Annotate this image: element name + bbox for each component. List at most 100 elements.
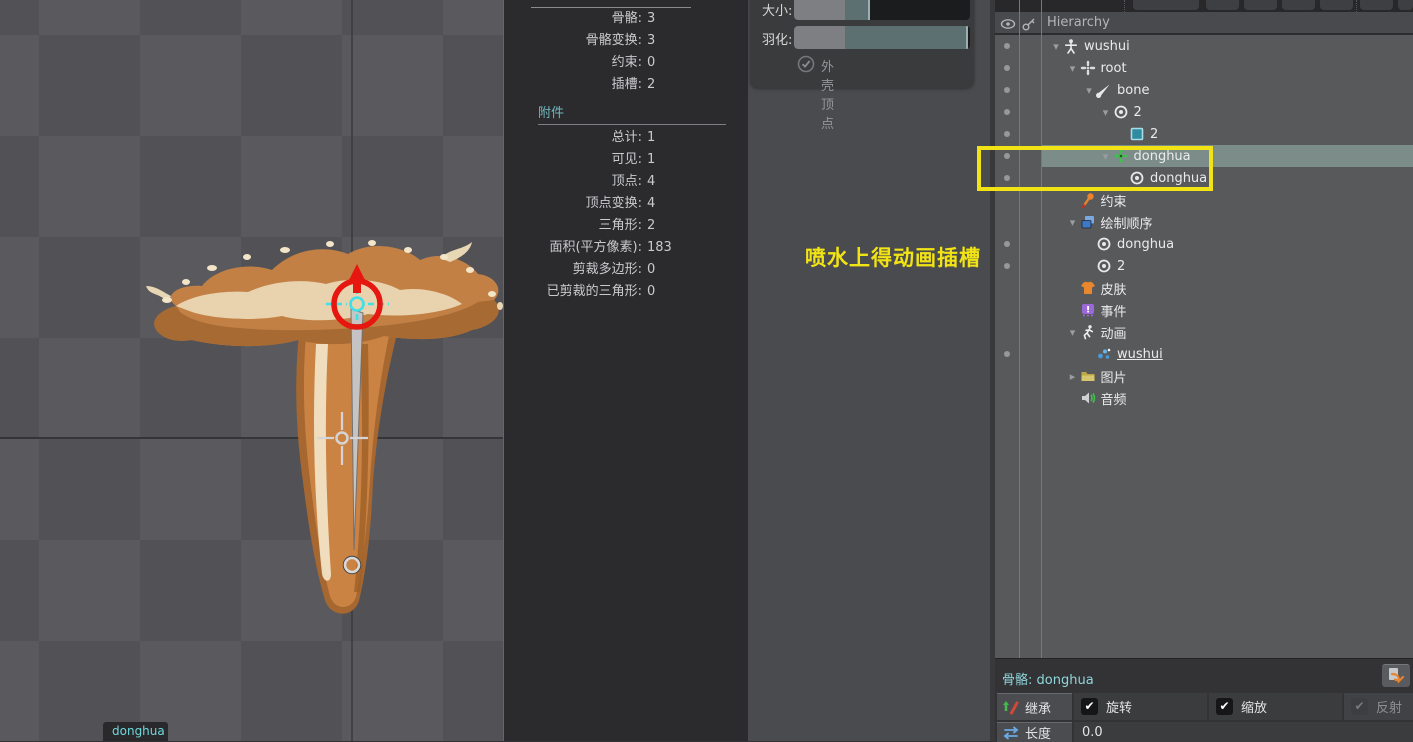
length-label: 长度: [1025, 723, 1051, 742]
skeleton-icon: [1063, 38, 1079, 54]
hierarchy-tree: ▾ wushui ▾ root ▾ bone ▾ 2 2 ▾ dongh: [995, 35, 1413, 658]
stat-row: 面积(平方像素):183: [504, 237, 749, 259]
visibility-dot[interactable]: [1004, 131, 1010, 137]
tree-item-image-2[interactable]: 2: [995, 123, 1413, 145]
toolbar-button[interactable]: [1398, 0, 1413, 10]
collapse-arrow[interactable]: ▸: [1066, 370, 1080, 383]
images-folder-icon: [1080, 368, 1096, 384]
toolbar-button[interactable]: [1282, 0, 1315, 10]
bone-panel-title: 骨骼: donghua: [1002, 669, 1094, 688]
feather-label: 羽化:: [762, 29, 792, 48]
audio-icon: [1080, 390, 1096, 406]
tree-item-root[interactable]: ▾ root: [995, 57, 1413, 79]
tree-item-draworder-donghua[interactable]: donghua: [995, 233, 1413, 255]
reflect-checkbox[interactable]: ✔: [1351, 698, 1368, 715]
expand-arrow[interactable]: ▾: [1066, 216, 1080, 229]
expand-arrow[interactable]: ▾: [1099, 106, 1113, 119]
tree-item-draw-order[interactable]: ▾ 绘制顺序: [995, 211, 1413, 233]
size-label: 大小:: [762, 0, 792, 19]
visibility-dot[interactable]: [1004, 65, 1010, 71]
visibility-dot[interactable]: [1004, 109, 1010, 115]
bone-circle-icon: [1096, 258, 1112, 274]
expand-arrow[interactable]: ▾: [1082, 84, 1096, 97]
size-slider-fill: [845, 0, 870, 20]
visibility-dot[interactable]: [1004, 241, 1010, 247]
bone-circle-icon: [1096, 236, 1112, 252]
key-icon[interactable]: [1021, 16, 1037, 32]
feather-slider[interactable]: [794, 26, 970, 49]
feather-slider-handle[interactable]: [794, 26, 845, 49]
toolbar-button[interactable]: [1206, 0, 1239, 10]
stat-row: 约束:0: [504, 52, 749, 74]
tree-item-images[interactable]: ▸ 图片: [995, 365, 1413, 387]
water-splash-art: [146, 240, 503, 614]
expand-arrow[interactable]: ▾: [1066, 62, 1080, 75]
tree-item-draworder-2[interactable]: 2: [995, 255, 1413, 277]
scale-label: 缩放: [1241, 697, 1267, 716]
tree-item-animations[interactable]: ▾ 动画: [995, 321, 1413, 343]
hierarchy-panel: Hierarchy ▾ wushui ▾ root ▾ bone ▾ 2: [995, 0, 1413, 741]
length-button[interactable]: 长度: [997, 722, 1072, 742]
inherit-button[interactable]: 继承: [997, 693, 1072, 720]
toolbar-button[interactable]: [1360, 0, 1393, 10]
tree-item-bone[interactable]: ▾ bone: [995, 79, 1413, 101]
stat-row: 插槽:2: [504, 74, 749, 96]
rotate-label: 旋转: [1106, 697, 1132, 716]
inherit-icon: [1002, 699, 1020, 715]
viewport-canvas: [0, 0, 503, 741]
tree-item-skins[interactable]: 皮肤: [995, 277, 1413, 299]
hull-vertices-checkbox[interactable]: [797, 55, 815, 77]
stat-row: 骨骼变换:3: [504, 30, 749, 52]
toolbar-button[interactable]: [1133, 0, 1199, 10]
size-slider-row: 大小:: [750, 0, 974, 20]
tree-item-skeleton-wushui[interactable]: ▾ wushui: [995, 35, 1413, 57]
tree-item-events[interactable]: 事件: [995, 299, 1413, 321]
toolbar-separator: [1356, 0, 1357, 12]
rotate-inherit-cell: ✔ 旋转: [1074, 693, 1207, 720]
expand-arrow[interactable]: ▾: [1049, 40, 1063, 53]
bone-circle-icon: [1113, 104, 1129, 120]
stat-row: 三角形:2: [504, 215, 749, 237]
length-icon: [1002, 725, 1020, 741]
tool-options-area: 大小: 羽化: 外壳顶点: [748, 0, 995, 741]
draw-order-icon: [1080, 214, 1096, 230]
editor-viewport[interactable]: donghua: [0, 0, 503, 741]
top-toolbar-strip: [995, 0, 1413, 12]
reflect-inherit-cell: ✔ 反射: [1344, 693, 1413, 720]
copy-pose-button[interactable]: [1382, 664, 1410, 687]
visibility-dot[interactable]: [1004, 43, 1010, 49]
divider: [538, 124, 726, 125]
stat-row: 已剪裁的三角形:0: [504, 281, 749, 303]
toolbar-separator: [1124, 0, 1125, 12]
expand-arrow[interactable]: ▾: [1066, 326, 1080, 339]
toolbar-button[interactable]: [1320, 0, 1353, 10]
tree-item-constraints[interactable]: 约束: [995, 189, 1413, 211]
hull-vertices-label: 外壳顶点: [821, 56, 834, 132]
stat-row: 顶点:4: [504, 171, 749, 193]
visibility-dot[interactable]: [1004, 87, 1010, 93]
hierarchy-title: Hierarchy: [1047, 15, 1110, 30]
constraint-icon: [1080, 192, 1096, 208]
toolbar-button[interactable]: [1244, 0, 1277, 10]
scale-checkbox[interactable]: ✔: [1216, 698, 1233, 715]
length-value-cell[interactable]: 0.0: [1074, 722, 1413, 742]
visibility-dot[interactable]: [1004, 351, 1010, 357]
eye-icon[interactable]: [1000, 16, 1016, 32]
size-slider[interactable]: [794, 0, 970, 20]
brush-options-panel: 大小: 羽化: 外壳顶点: [750, 0, 974, 88]
tree-item-animation-wushui[interactable]: wushui: [995, 343, 1413, 365]
animation-clip-icon: [1096, 346, 1112, 362]
attachments-section-header: 附件: [538, 102, 564, 121]
visibility-dot[interactable]: [1004, 263, 1010, 269]
stat-row: 顶点变换:4: [504, 193, 749, 215]
stat-row: 总计:1: [504, 127, 749, 149]
metrics-panel: 骨骼:3 骨骼变换:3 约束:0 插槽:2 附件 总计:1 可见:1 顶点:4 …: [503, 0, 748, 741]
rotate-checkbox[interactable]: ✔: [1081, 698, 1098, 715]
paste-icon: [1382, 665, 1408, 686]
annotation-highlight-box: [977, 146, 1213, 191]
size-slider-handle[interactable]: [794, 0, 845, 20]
stat-row: 剪裁多边形:0: [504, 259, 749, 281]
tree-item-bone-2[interactable]: ▾ 2: [995, 101, 1413, 123]
tree-item-audio[interactable]: 音频: [995, 387, 1413, 409]
stat-row: 骨骼:3: [504, 8, 749, 30]
